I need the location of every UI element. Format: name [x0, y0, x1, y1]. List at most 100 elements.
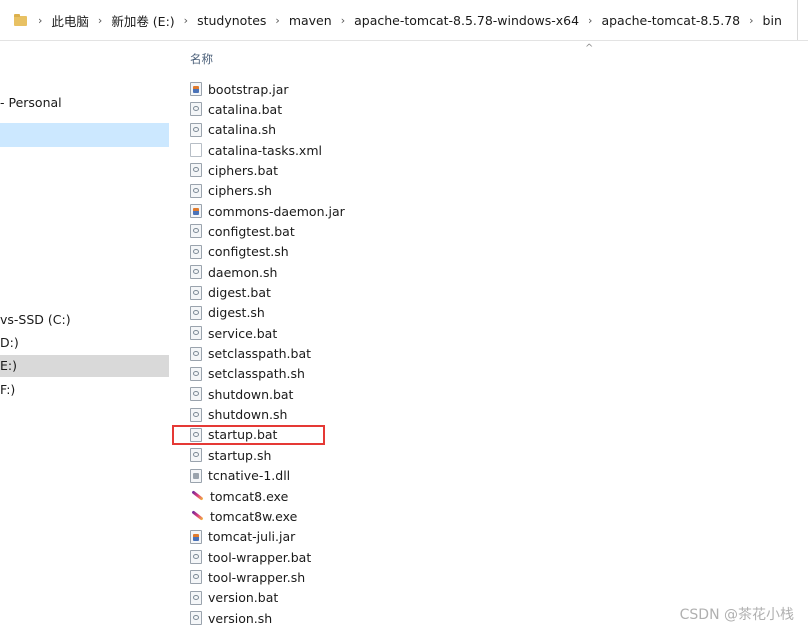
- sort-ascending-icon[interactable]: ^: [585, 43, 593, 54]
- file-row[interactable]: shutdown.sh: [190, 405, 510, 425]
- file-row[interactable]: version.sh: [190, 608, 510, 628]
- jar-icon: [190, 529, 202, 544]
- file-row[interactable]: digest.sh: [190, 303, 510, 323]
- folder-icon: [14, 14, 28, 26]
- bat-icon: [190, 102, 202, 117]
- nav-item-label: - Personal: [0, 95, 62, 110]
- file-name: setclasspath.bat: [208, 346, 312, 362]
- jar-icon: [190, 204, 202, 219]
- breadcrumb-tomcat-windows[interactable]: apache-tomcat-8.5.78-windows-x64: [354, 13, 579, 28]
- file-row[interactable]: tomcat-juli.jar: [190, 527, 510, 547]
- file-row[interactable]: service.bat: [190, 323, 510, 343]
- breadcrumb-studynotes[interactable]: studynotes: [197, 13, 266, 28]
- exe-icon: [190, 489, 204, 503]
- bat-icon: [190, 346, 202, 361]
- file-row[interactable]: digest.bat: [190, 283, 510, 303]
- breadcrumb-separator-icon: ›: [588, 13, 593, 27]
- file-row[interactable]: setclasspath.bat: [190, 344, 510, 364]
- nav-item-drive-f[interactable]: F:): [0, 379, 169, 401]
- address-bar-edge: [797, 0, 808, 40]
- file-row[interactable]: startup.sh: [190, 445, 510, 465]
- file-row[interactable]: daemon.sh: [190, 262, 510, 282]
- nav-item-drive-d[interactable]: D:): [0, 332, 169, 354]
- file-row[interactable]: tomcat8w.exe: [190, 506, 510, 526]
- nav-item-selected[interactable]: [0, 123, 169, 147]
- file-row[interactable]: configtest.bat: [190, 221, 510, 241]
- nav-item-label: vs-SSD (C:): [0, 312, 71, 327]
- breadcrumb-maven[interactable]: maven: [289, 13, 332, 28]
- watermark: CSDN @茶花小栈: [679, 607, 794, 623]
- file-name: ciphers.bat: [208, 162, 279, 178]
- bat-icon: [190, 570, 202, 585]
- file-name: catalina.bat: [208, 101, 283, 117]
- file-row[interactable]: catalina.sh: [190, 120, 510, 140]
- bat-icon: [190, 224, 202, 239]
- file-name: configtest.sh: [208, 244, 289, 260]
- file-name: ciphers.sh: [208, 183, 272, 199]
- bat-icon: [190, 611, 202, 626]
- breadcrumb-separator-icon: ›: [97, 13, 103, 27]
- file-name: tomcat8.exe: [210, 488, 289, 504]
- file-name: tcnative-1.dll: [208, 468, 291, 484]
- file-name: tomcat-juli.jar: [208, 529, 296, 545]
- bat-icon: [190, 550, 202, 565]
- breadcrumb-separator-icon: ›: [749, 13, 754, 27]
- nav-item-label: D:): [0, 335, 19, 350]
- bat-icon: [190, 265, 202, 280]
- file-row[interactable]: tomcat8.exe: [190, 486, 510, 506]
- file-row[interactable]: catalina-tasks.xml: [190, 140, 510, 160]
- file-row[interactable]: configtest.sh: [190, 242, 510, 262]
- bat-icon: [190, 305, 202, 320]
- file-name: setclasspath.sh: [208, 366, 305, 382]
- breadcrumb-drive-e[interactable]: 新加卷 (E:): [111, 11, 174, 30]
- file-row[interactable]: bootstrap.jar: [190, 79, 510, 99]
- nav-item-personal[interactable]: - Personal: [0, 92, 169, 114]
- breadcrumb-separator-icon: ›: [340, 13, 346, 27]
- nav-item-label: E:): [0, 358, 17, 373]
- jar-icon: [190, 82, 202, 96]
- file-row[interactable]: catalina.bat: [190, 99, 510, 119]
- file-row[interactable]: ciphers.bat: [190, 160, 510, 180]
- file-name: shutdown.bat: [208, 386, 294, 402]
- breadcrumb-tomcat[interactable]: apache-tomcat-8.5.78: [601, 13, 740, 28]
- bat-icon: [190, 285, 202, 300]
- file-name: configtest.bat: [208, 223, 295, 239]
- file-name: digest.bat: [208, 285, 271, 300]
- nav-item-drive-e[interactable]: E:): [0, 355, 169, 377]
- breadcrumb-this-pc[interactable]: 此电脑: [51, 11, 89, 30]
- file-name: catalina-tasks.xml: [208, 142, 322, 158]
- file-row[interactable]: tcnative-1.dll: [190, 466, 510, 486]
- nav-item-drive-c[interactable]: vs-SSD (C:): [0, 309, 169, 331]
- bat-icon: [190, 407, 202, 422]
- address-bar[interactable]: › 此电脑 › 新加卷 (E:) › studynotes › maven › …: [0, 0, 808, 41]
- bat-icon: [190, 326, 202, 341]
- file-name: tool-wrapper.sh: [208, 569, 306, 585]
- file-name: daemon.sh: [208, 264, 278, 280]
- file-name: commons-daemon.jar: [208, 203, 345, 219]
- file-row[interactable]: commons-daemon.jar: [190, 201, 510, 221]
- breadcrumb-separator-icon: ›: [38, 13, 43, 27]
- file-list: ^ 名称 bootstrap.jar catalina.bat catalina.s…: [176, 41, 808, 628]
- navigation-pane: - Personal vs-SSD (C:) D:) E:) F:): [0, 41, 170, 628]
- dll-icon: [190, 468, 202, 483]
- file-name: tool-wrapper.bat: [208, 549, 312, 565]
- file-row[interactable]: setclasspath.sh: [190, 364, 510, 384]
- file-row[interactable]: tool-wrapper.sh: [190, 567, 510, 587]
- file-name: digest.sh: [208, 305, 265, 321]
- file-row[interactable]: version.bat: [190, 588, 510, 608]
- file-name: service.bat: [208, 325, 278, 341]
- file-name: startup.sh: [208, 447, 272, 463]
- file-row[interactable]: ciphers.sh: [190, 181, 510, 201]
- breadcrumb-separator-icon: ›: [275, 13, 280, 27]
- breadcrumb-bin[interactable]: bin: [763, 13, 782, 28]
- file-row[interactable]: tool-wrapper.bat: [190, 547, 510, 567]
- bat-icon: [190, 183, 202, 198]
- file-name: bootstrap.jar: [208, 81, 289, 97]
- file-name: shutdown.sh: [208, 407, 288, 423]
- file-name: version.sh: [208, 610, 273, 626]
- bat-icon: [190, 163, 202, 178]
- file-row[interactable]: shutdown.bat: [190, 384, 510, 404]
- file-name: catalina.sh: [208, 122, 277, 138]
- bat-icon: [190, 122, 202, 137]
- column-header-name[interactable]: 名称: [190, 51, 213, 67]
